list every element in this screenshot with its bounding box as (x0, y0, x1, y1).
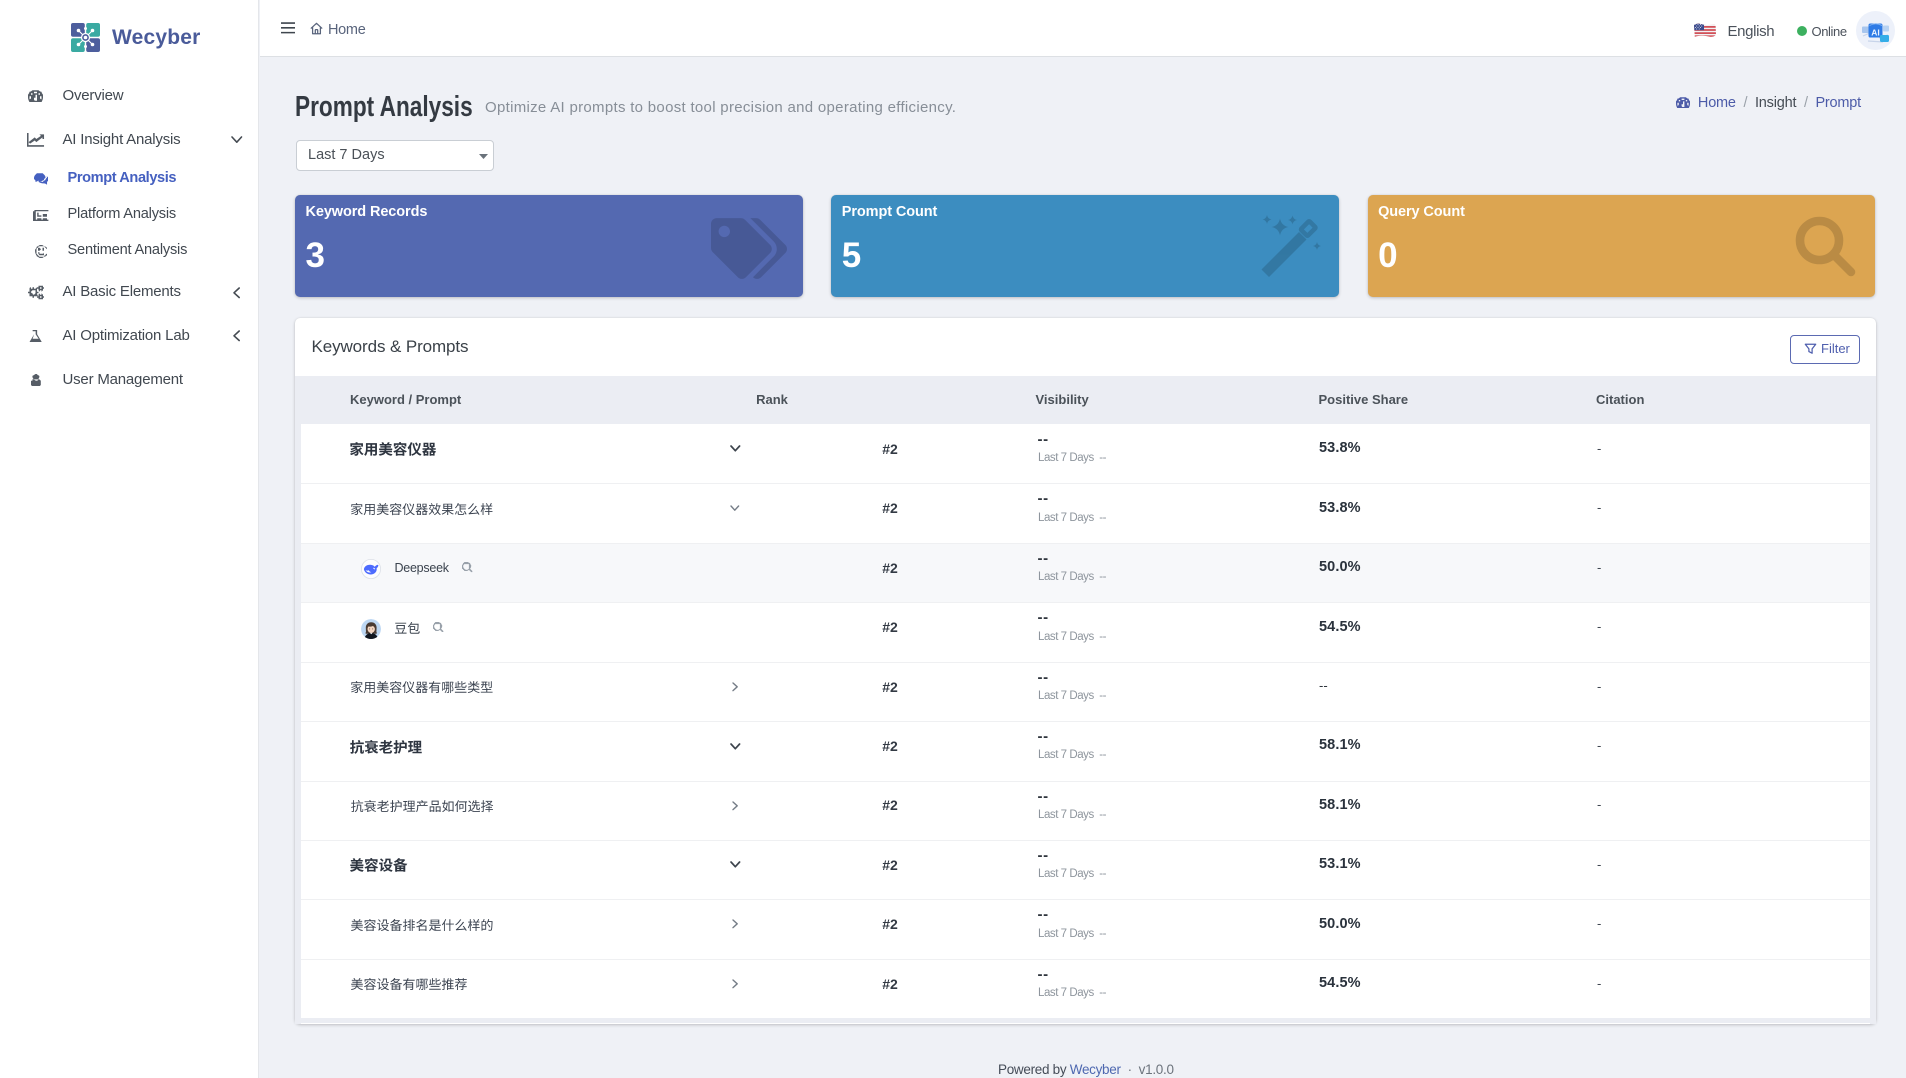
svg-text:AI: AI (1871, 27, 1880, 37)
